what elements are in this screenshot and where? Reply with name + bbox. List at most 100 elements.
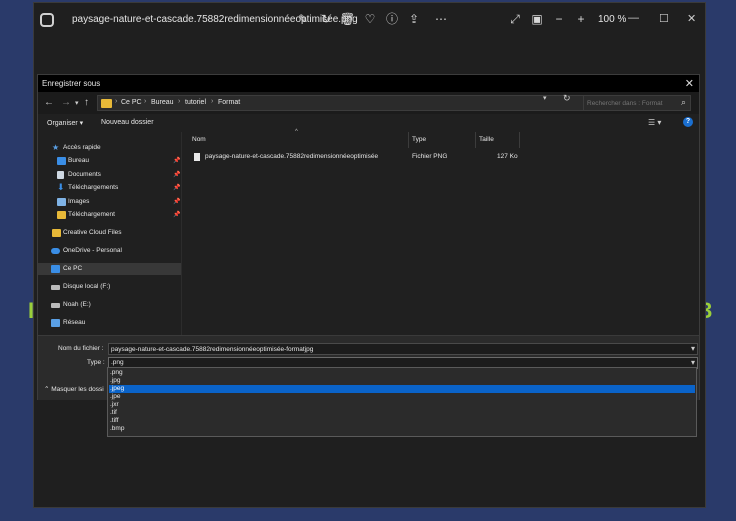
sidebar-item-onedrive[interactable]: OneDrive - Personal	[38, 245, 181, 257]
chevron-down-icon[interactable]: ▾	[691, 344, 695, 353]
type-option-jpg[interactable]: .jpg	[109, 377, 695, 385]
maximize-icon[interactable]: ☐	[659, 12, 669, 25]
file-row[interactable]: paysage-nature-et-cascade.75882redimensi…	[190, 152, 530, 163]
zoom-out-icon[interactable]: −	[552, 12, 566, 26]
folder-icon	[57, 211, 66, 219]
breadcrumb-tutoriel[interactable]: tutoriel	[185, 99, 206, 106]
delete-icon[interactable]: 🗑	[340, 12, 355, 26]
drive-icon	[51, 285, 60, 290]
type-option-jpe[interactable]: .jpe	[109, 393, 695, 401]
forward-icon[interactable]: →	[61, 97, 71, 108]
sidebar-item-disque-local[interactable]: Disque local (F:)	[38, 281, 181, 293]
zoom-in-icon[interactable]: +	[574, 12, 588, 26]
photos-app-icon	[40, 13, 54, 27]
address-box[interactable]: › Ce PC › Bureau › tutoriel › Format	[97, 95, 588, 111]
filename-input[interactable]	[111, 345, 671, 354]
type-option-bmp[interactable]: .bmp	[109, 425, 695, 433]
chevron-down-icon[interactable]: ▾	[691, 358, 695, 367]
type-selected-value: .png	[111, 359, 124, 366]
type-option-tif[interactable]: .tif	[109, 409, 695, 417]
minimize-icon[interactable]: —	[628, 12, 639, 24]
type-option-jxr[interactable]: .jxr	[109, 401, 695, 409]
sidebar-item-noah[interactable]: Noah (E:)	[38, 299, 181, 311]
column-separator[interactable]	[519, 132, 520, 148]
type-option-tiff[interactable]: .tiff	[109, 417, 695, 425]
close-icon[interactable]: ✕	[685, 77, 694, 90]
up-icon[interactable]: ↑	[84, 97, 89, 108]
images-icon	[57, 198, 66, 206]
desktop-icon	[57, 157, 66, 165]
pin-icon[interactable]: 📌	[173, 157, 180, 164]
recent-dropdown-icon[interactable]: ▾	[75, 99, 79, 107]
view-options-icon[interactable]: ☰ ▾	[648, 118, 661, 127]
onedrive-icon	[51, 248, 60, 254]
help-icon[interactable]: ?	[683, 117, 693, 127]
column-header-size[interactable]: Taille	[479, 136, 494, 143]
search-box[interactable]: ⌕	[583, 95, 691, 111]
sidebar-item-label: Téléchargement	[68, 211, 115, 218]
address-bar: ← → ▾ ↑ › Ce PC › Bureau › tutoriel › Fo…	[38, 92, 699, 114]
sidebar-item-creative-cloud[interactable]: Creative Cloud Files	[38, 227, 181, 239]
sidebar-item-label: Réseau	[63, 319, 86, 326]
sidebar-item-telechargement[interactable]: Téléchargement 📌	[38, 209, 181, 221]
close-window-icon[interactable]: ✕	[687, 12, 696, 25]
file-type: Fichier PNG	[412, 153, 448, 160]
sidebar-item-bureau[interactable]: Bureau 📌	[38, 155, 181, 167]
favorite-icon[interactable]: ♡	[363, 12, 377, 26]
column-separator[interactable]	[408, 132, 409, 148]
sidebar-item-label: Ce PC	[63, 265, 83, 272]
sidebar-item-telechargements[interactable]: ⬇ Téléchargements 📌	[38, 182, 181, 194]
pin-icon[interactable]: 📌	[173, 171, 180, 178]
type-option-jpeg[interactable]: .jpeg	[109, 385, 695, 393]
search-input[interactable]	[587, 98, 675, 108]
info-icon[interactable]: ⓘ	[385, 12, 399, 26]
chevron-right-icon: ›	[211, 98, 214, 105]
sidebar-item-label: Documents	[68, 171, 101, 178]
pin-icon[interactable]: 📌	[173, 198, 180, 205]
sidebar-item-acces-rapide[interactable]: ★ Accès rapide	[38, 142, 181, 154]
rotate-icon[interactable]: ↻	[319, 12, 333, 26]
more-icon[interactable]: ⋯	[434, 12, 448, 26]
column-header-type[interactable]: Type	[412, 136, 426, 143]
dialog-toolbar: Organiser ▾ Nouveau dossier ☰ ▾ ?	[38, 115, 699, 131]
pin-icon[interactable]: 📌	[173, 184, 180, 191]
file-list: ^ Nom Type Taille paysage-nature-et-casc…	[182, 129, 699, 335]
dialog-titlebar: Enregistrer sous ✕	[38, 75, 699, 92]
sidebar-item-label: OneDrive - Personal	[63, 247, 122, 254]
png-file-icon	[194, 153, 200, 161]
fullscreen-icon[interactable]: ⤢	[508, 12, 522, 26]
back-icon[interactable]: ←	[44, 97, 54, 108]
filename-label: Nom du fichier :	[58, 345, 104, 352]
sidebar-item-label: Disque local (F:)	[63, 283, 111, 290]
organize-button[interactable]: Organiser ▾	[47, 119, 83, 127]
sidebar-item-documents[interactable]: Documents 📌	[38, 169, 181, 181]
file-name: paysage-nature-et-cascade.75882redimensi…	[205, 153, 379, 160]
sidebar-item-label: Images	[68, 198, 90, 205]
edit-icon[interactable]: ✎	[296, 12, 310, 26]
chevron-right-icon: ›	[144, 98, 147, 105]
pin-icon[interactable]: 📌	[173, 211, 180, 218]
sidebar-item-label: Téléchargements	[68, 184, 119, 191]
column-separator[interactable]	[475, 132, 476, 148]
new-folder-button[interactable]: Nouveau dossier	[101, 119, 154, 126]
type-option-png[interactable]: .png	[109, 369, 695, 377]
sidebar-item-reseau[interactable]: Réseau	[38, 317, 181, 329]
breadcrumb-bureau[interactable]: Bureau	[151, 99, 174, 106]
filename-field[interactable]: ▾	[108, 343, 698, 355]
viewer-filename: paysage-nature-et-cascade.75882redimensi…	[72, 14, 358, 25]
sidebar-item-ce-pc[interactable]: Ce PC	[38, 263, 181, 275]
file-size: 127 Ko	[497, 153, 518, 160]
column-header-name[interactable]: Nom	[192, 136, 206, 143]
star-icon: ★	[52, 143, 60, 152]
search-icon[interactable]: ⌕	[681, 97, 686, 108]
breadcrumb-format[interactable]: Format	[218, 99, 240, 106]
fit-icon[interactable]: ▣	[530, 12, 544, 26]
address-dropdown-icon[interactable]: ▾	[543, 94, 547, 102]
hide-folders-label: Masquer les dossi	[51, 386, 104, 393]
refresh-icon[interactable]: ↻	[563, 93, 571, 104]
sidebar-item-images[interactable]: Images 📌	[38, 196, 181, 208]
hide-folders-toggle[interactable]: ⌃ Masquer les dossi	[44, 385, 104, 393]
breadcrumb-ce-pc[interactable]: Ce PC	[121, 99, 142, 106]
dialog-title: Enregistrer sous	[42, 79, 101, 88]
share-icon[interactable]: ⇪	[407, 12, 421, 26]
